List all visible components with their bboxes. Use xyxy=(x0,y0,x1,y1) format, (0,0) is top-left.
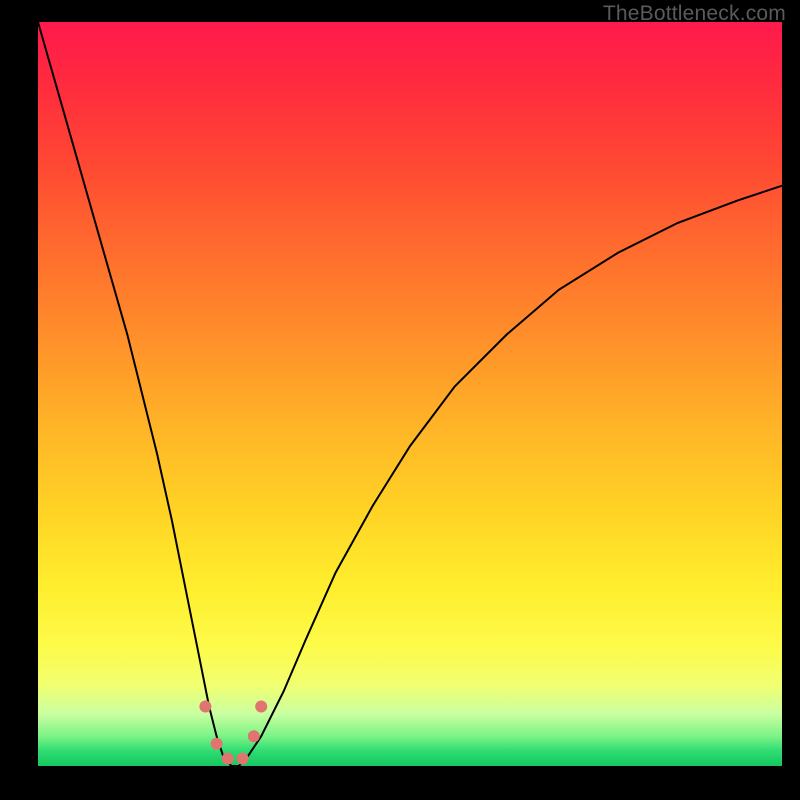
curve-marker xyxy=(199,701,211,713)
bottleneck-curve xyxy=(38,22,782,766)
curve-marker xyxy=(248,730,260,742)
chart-frame: TheBottleneck.com xyxy=(0,0,800,800)
watermark-text: TheBottleneck.com xyxy=(603,2,786,26)
curve-markers xyxy=(199,701,267,765)
curve-marker xyxy=(237,753,249,765)
curve-layer xyxy=(38,22,782,766)
curve-marker xyxy=(222,753,234,765)
curve-marker xyxy=(211,738,223,750)
curve-marker xyxy=(255,701,267,713)
plot-area xyxy=(38,22,782,766)
